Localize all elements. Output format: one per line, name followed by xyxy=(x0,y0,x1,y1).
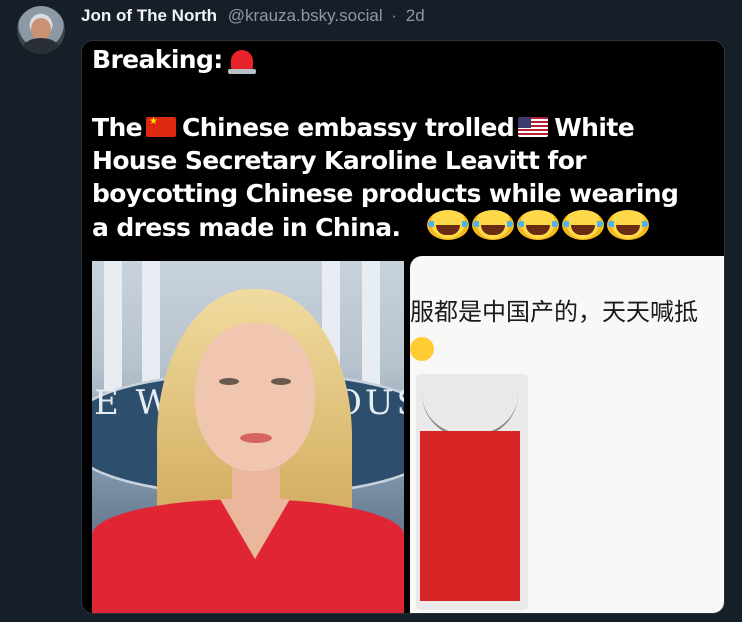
image-line-2: The Chinese embassy trolled White xyxy=(92,111,635,144)
police-siren-icon xyxy=(227,50,256,74)
eye-shape xyxy=(219,378,239,385)
image-line-4: boycotting Chinese products while wearin… xyxy=(92,179,679,208)
image-line-5: a dress made in China. xyxy=(92,210,652,248)
header-separator: · xyxy=(391,6,398,25)
image-line-1: Breaking: xyxy=(92,43,256,76)
author-avatar[interactable] xyxy=(17,6,65,54)
avatar-shirt xyxy=(23,38,59,54)
tears-of-joy-icon xyxy=(561,210,604,240)
post-header: Jon of The North @krauza.bsky.social · 2… xyxy=(81,6,425,26)
red-sweater xyxy=(420,431,520,601)
background-column xyxy=(362,261,380,391)
line2-text-c: White xyxy=(554,113,635,142)
tears-of-joy-icon xyxy=(606,210,649,240)
chinese-post-screenshot: 服都是中国产的，天天喊抵 xyxy=(410,256,724,613)
tears-of-joy-icon xyxy=(471,210,514,240)
author-name[interactable]: Jon of The North xyxy=(81,6,217,25)
laugh-emoji-row xyxy=(426,210,652,248)
breaking-label: Breaking: xyxy=(92,45,223,74)
smile-emoji-icon xyxy=(410,337,434,361)
china-flag-icon xyxy=(146,116,177,137)
lips-shape xyxy=(240,433,272,443)
press-briefing-photo: E W OUS xyxy=(92,261,404,613)
line5-text: a dress made in China. xyxy=(92,213,401,242)
avatar-face xyxy=(31,18,51,40)
line2-text-a: The xyxy=(92,113,143,142)
image-line-3: House Secretary Karoline Leavitt for xyxy=(92,146,587,175)
eye-shape xyxy=(271,378,291,385)
chinese-caption: 服都是中国产的，天天喊抵 xyxy=(410,299,698,326)
tears-of-joy-icon xyxy=(426,210,469,240)
background-column xyxy=(104,261,122,391)
face-shape xyxy=(195,323,315,471)
post-timestamp[interactable]: 2d xyxy=(406,6,425,25)
author-handle[interactable]: @krauza.bsky.social xyxy=(228,6,383,25)
embedded-image[interactable]: Breaking: The Chinese embassy trolled Whit… xyxy=(81,40,725,614)
background-column xyxy=(142,261,160,391)
line2-text-b: Chinese embassy trolled xyxy=(182,113,515,142)
us-flag-icon xyxy=(518,117,549,137)
tears-of-joy-icon xyxy=(516,210,559,240)
